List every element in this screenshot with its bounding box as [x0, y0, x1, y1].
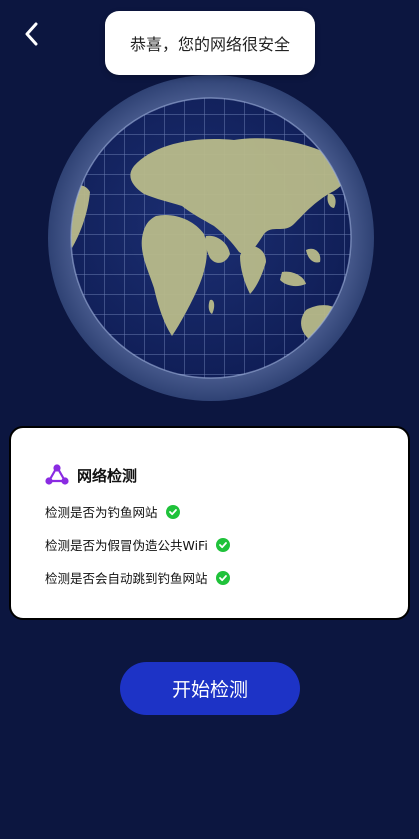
card-title: 网络检测 [77, 466, 138, 485]
check-item-fake-wifi: 检测是否为假冒伪造公共WiFi [45, 535, 230, 554]
check-label: 检测是否会自动跳到钓鱼网站 [45, 571, 208, 586]
chevron-left-icon [25, 22, 38, 46]
check-label: 检测是否为假冒伪造公共WiFi [45, 538, 208, 553]
check-label: 检测是否为钓鱼网站 [45, 505, 158, 520]
check-circle-icon [165, 504, 180, 519]
check-circle-icon [215, 537, 230, 552]
globe-illustration [44, 74, 378, 402]
network-detection-card: 网络检测 检测是否为钓鱼网站 检测是否为假冒伪造公共WiFi 检测是否会自动跳到… [9, 426, 410, 620]
check-circle-icon [215, 570, 230, 585]
check-item-phishing-site: 检测是否为钓鱼网站 [45, 502, 180, 521]
network-nodes-icon [45, 464, 69, 485]
start-detection-button[interactable]: 开始检测 [120, 662, 300, 715]
start-detection-label: 开始检测 [171, 679, 248, 701]
toast-message: 恭喜，您的网络很安全 [129, 35, 290, 54]
back-button[interactable] [16, 18, 46, 50]
network-security-screen: 恭喜，您的网络很安全 网络检测 检测是否为钓鱼网站 检测是否为假冒伪造公共WiF… [0, 0, 419, 839]
status-toast: 恭喜，您的网络很安全 [105, 11, 315, 75]
card-header: 网络检测 [45, 464, 137, 486]
check-item-auto-redirect: 检测是否会自动跳到钓鱼网站 [45, 568, 230, 587]
